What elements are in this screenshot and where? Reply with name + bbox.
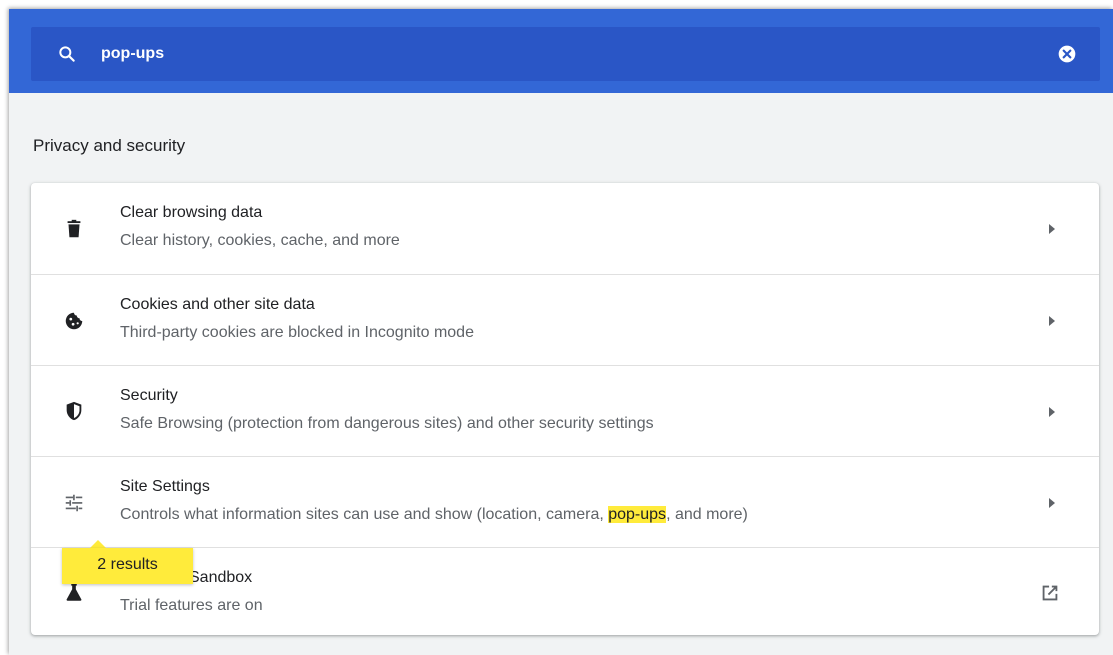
row-subtitle: Trial features are on: [120, 597, 263, 614]
security-row[interactable]: Security Safe Browsing (protection from …: [31, 365, 1099, 457]
search-icon: [59, 46, 75, 62]
row-subtitle: Third-party cookies are blocked in Incog…: [120, 324, 474, 341]
row-subtitle: Safe Browsing (protection from dangerous…: [120, 415, 654, 432]
row-title: Sandbox: [189, 569, 253, 586]
arrow-right-icon: [1049, 498, 1055, 508]
row-title: Clear browsing data: [120, 204, 263, 221]
cookies-row[interactable]: Cookies and other site data Third-party …: [31, 274, 1099, 366]
settings-header: [9, 9, 1113, 93]
row-title: Site Settings: [120, 478, 210, 495]
subtitle-text: Controls what information sites can use …: [120, 506, 609, 523]
search-highlight: pop-ups: [608, 506, 667, 523]
flask-icon: [66, 583, 82, 601]
arrow-right-icon: [1049, 224, 1055, 234]
clear-search-icon[interactable]: [1057, 44, 1077, 64]
arrow-right-icon: [1049, 407, 1055, 417]
subtitle-text: , and more): [666, 506, 748, 523]
row-subtitle: Clear history, cookies, cache, and more: [120, 232, 400, 249]
tooltip-tail: [90, 540, 106, 548]
arrow-right-icon: [1049, 316, 1055, 326]
open-in-new-icon[interactable]: [1039, 582, 1061, 604]
tune-icon: [65, 494, 83, 512]
cookie-icon: [65, 312, 83, 330]
shield-icon: [66, 401, 82, 421]
site-settings-row[interactable]: Site Settings Controls what information …: [31, 456, 1099, 548]
row-title: Security: [120, 387, 178, 404]
section-title: Privacy and security: [33, 136, 186, 155]
clear-browsing-data-row[interactable]: Clear browsing data Clear history, cooki…: [31, 183, 1099, 274]
search-bar[interactable]: [31, 27, 1100, 81]
trash-icon: [67, 219, 81, 238]
row-title: Cookies and other site data: [120, 296, 315, 313]
search-input[interactable]: [101, 39, 1001, 69]
row-subtitle: Controls what information sites can use …: [120, 506, 748, 524]
search-results-bubble: 2 results: [62, 548, 193, 584]
